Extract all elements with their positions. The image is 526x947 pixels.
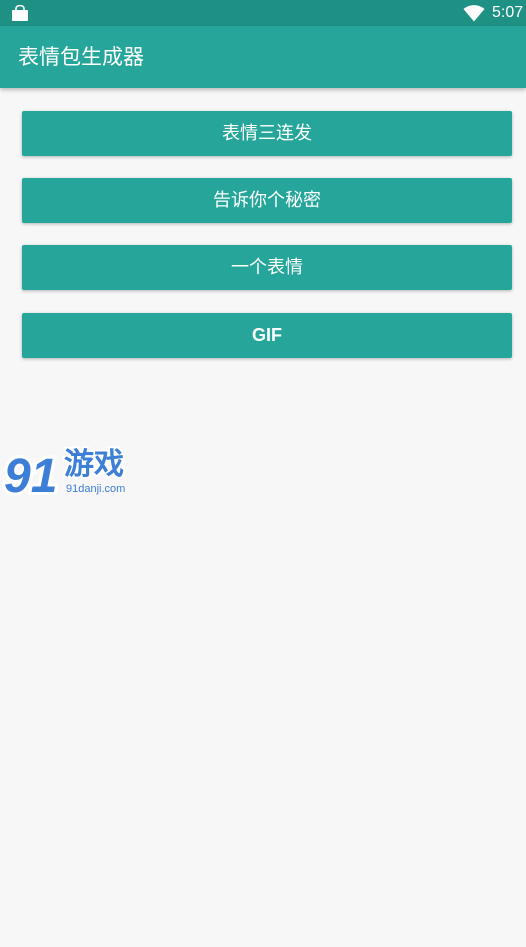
clock-time: 5:07	[492, 4, 524, 21]
app-bar: 表情包生成器	[0, 26, 526, 88]
tell-secret-button[interactable]: 告诉你个秘密	[22, 178, 512, 223]
gif-button[interactable]: GIF	[22, 313, 512, 358]
svg-text:91: 91	[4, 450, 57, 500]
app-title: 表情包生成器	[18, 45, 144, 69]
shopping-bag-icon	[12, 5, 28, 21]
watermark-url: 91danji.com	[66, 483, 126, 495]
watermark-logo: 91 91	[2, 448, 60, 500]
status-bar: 5:07	[0, 0, 526, 26]
single-emoji-button[interactable]: 一个表情	[22, 245, 512, 290]
watermark-name: 游戏	[64, 447, 124, 482]
wifi-icon	[463, 5, 485, 22]
watermark: 91 91 游戏 91danji.com	[2, 448, 136, 502]
emoji-triple-button[interactable]: 表情三连发	[22, 111, 512, 156]
